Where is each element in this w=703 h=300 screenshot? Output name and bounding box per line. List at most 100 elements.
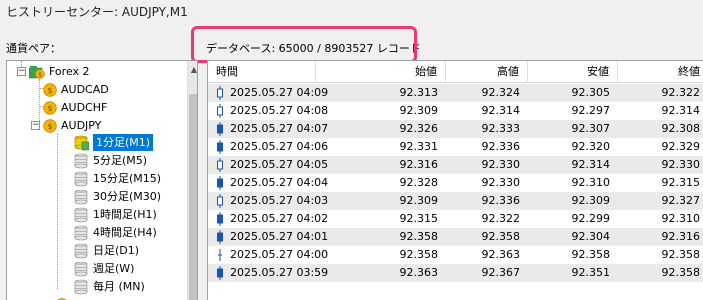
history-table[interactable]: 時間 始値 高値 安値 終値 2025.05.27 04:0992.31392.… bbox=[207, 60, 703, 300]
database-icon bbox=[73, 225, 89, 241]
database-icon bbox=[73, 207, 89, 223]
table-row[interactable]: 2025.05.27 03:5992.36392.36792.35192.358 bbox=[208, 264, 703, 282]
cell-low: 92.299 bbox=[528, 210, 610, 228]
tree-node-m30[interactable]: 30分足(M30) bbox=[73, 187, 161, 206]
coin-icon: $ bbox=[43, 119, 57, 133]
cell-open: 92.358 bbox=[316, 228, 438, 246]
cell-close: 92.316 bbox=[618, 228, 700, 246]
tree-node-h4[interactable]: 4時間足(H4) bbox=[73, 223, 157, 242]
cell-low: 92.297 bbox=[528, 102, 610, 120]
table-row[interactable]: 2025.05.27 04:0892.309 92.314 92.297 92.314 bbox=[208, 102, 703, 120]
tree-label-m1: 1分足(M1) bbox=[93, 134, 153, 151]
tree-label-h4: 4時間足(H4) bbox=[93, 223, 157, 242]
table-header: 時間 始値 高値 安値 終値 bbox=[208, 61, 703, 83]
bearish-candle-icon bbox=[217, 230, 223, 244]
cell-time: 2025.05.27 04:04 bbox=[230, 174, 330, 192]
highlight-box bbox=[191, 26, 417, 63]
tree-label-mn: 毎月 (MN) bbox=[93, 277, 145, 296]
tree-scrollbar[interactable]: ▲ bbox=[187, 61, 198, 300]
cell-time: 2025.05.27 04:07 bbox=[230, 120, 330, 138]
symbol-tree[interactable]: − $ Forex 2 $ AUDCAD $ AUDCHF − $ AUDJPY bbox=[6, 60, 198, 300]
header-high[interactable]: 高値 bbox=[446, 61, 528, 83]
cell-close: 92.329 bbox=[618, 138, 700, 156]
tree-node-w[interactable]: 週足(W) bbox=[73, 259, 134, 278]
cell-close: 92.330 bbox=[618, 156, 700, 174]
header-time[interactable]: 時間 bbox=[208, 61, 316, 83]
collapse-icon[interactable]: − bbox=[31, 121, 40, 130]
table-row[interactable]: 2025.05.27 04:0992.31392.32492.30592.322 bbox=[208, 84, 703, 102]
cell-low: 92.307 bbox=[528, 120, 610, 138]
bullish-candle-icon bbox=[217, 104, 223, 118]
cell-high: 92.333 bbox=[446, 120, 520, 138]
cell-open: 92.313 bbox=[316, 84, 438, 102]
database-icon bbox=[73, 171, 89, 187]
cell-close: 92.308 bbox=[618, 120, 700, 138]
tree-guide bbox=[57, 133, 58, 289]
cell-open: 92.358 bbox=[316, 246, 438, 264]
cell-time: 2025.05.27 04:03 bbox=[230, 192, 330, 210]
cell-low: 92.305 bbox=[528, 84, 610, 102]
table-row[interactable]: 2025.05.27 04:0792.32692.33392.30792.308 bbox=[208, 120, 703, 138]
header-close[interactable]: 終値 bbox=[618, 61, 703, 83]
cell-time: 2025.05.27 04:08 bbox=[230, 102, 330, 120]
cell-close: 92.322 bbox=[618, 84, 700, 102]
table-row[interactable]: 2025.05.27 04:0092.35892.36392.35892.358 bbox=[208, 246, 703, 264]
table-row[interactable]: 2025.05.27 04:0492.32892.33092.31092.315 bbox=[208, 174, 703, 192]
tree-label-m30: 30分足(M30) bbox=[93, 187, 161, 206]
tree-node-m1[interactable]: 1分足(M1) bbox=[73, 133, 153, 152]
table-row[interactable]: 2025.05.27 04:0392.30992.33692.30992.327 bbox=[208, 192, 703, 210]
table-row[interactable]: 2025.05.27 04:0692.33192.33692.32092.329 bbox=[208, 138, 703, 156]
tree-node-forex2[interactable]: − $ Forex 2 bbox=[17, 62, 90, 81]
cell-close: 92.358 bbox=[618, 246, 700, 264]
header-open[interactable]: 始値 bbox=[316, 61, 446, 83]
scroll-thumb[interactable] bbox=[189, 94, 198, 300]
cell-low: 92.320 bbox=[528, 138, 610, 156]
coin-icon: $ bbox=[43, 83, 57, 97]
cell-low: 92.309 bbox=[528, 192, 610, 210]
collapse-icon[interactable]: − bbox=[17, 67, 26, 76]
tree-label-m15: 15分足(M15) bbox=[93, 169, 161, 188]
bearish-candle-icon bbox=[217, 176, 223, 190]
table-row[interactable]: 2025.05.27 04:0292.31592.32292.29992.310 bbox=[208, 210, 703, 228]
doji-candle-icon bbox=[217, 248, 223, 262]
cell-high: 92.322 bbox=[446, 210, 520, 228]
tree-label-m5: 5分足(M5) bbox=[93, 151, 147, 170]
database-icon bbox=[73, 279, 89, 295]
tree-label-audchf: AUDCHF bbox=[61, 98, 107, 117]
cell-high: 92.367 bbox=[446, 264, 520, 282]
bearish-candle-icon bbox=[217, 212, 223, 226]
cell-time: 2025.05.27 04:00 bbox=[230, 246, 330, 264]
scroll-up-icon[interactable]: ▲ bbox=[188, 61, 198, 78]
tree-node-audchf[interactable]: $ AUDCHF bbox=[43, 98, 107, 117]
database-active-icon bbox=[73, 135, 89, 151]
cell-close: 92.315 bbox=[618, 174, 700, 192]
tree-node-partial[interactable] bbox=[55, 295, 73, 300]
tree-node-mn[interactable]: 毎月 (MN) bbox=[73, 277, 145, 296]
cell-close: 92.310 bbox=[618, 210, 700, 228]
tree-node-m15[interactable]: 15分足(M15) bbox=[73, 169, 161, 188]
cell-open: 92.363 bbox=[316, 264, 438, 282]
tree-node-d1[interactable]: 日足(D1) bbox=[73, 241, 139, 260]
cell-time: 2025.05.27 04:05 bbox=[230, 156, 330, 174]
coin-icon: $ bbox=[43, 101, 57, 115]
database-icon bbox=[73, 189, 89, 205]
cell-time: 2025.05.27 04:02 bbox=[230, 210, 330, 228]
cell-high: 92.330 bbox=[446, 174, 520, 192]
tree-label-root: Forex 2 bbox=[49, 62, 90, 81]
table-row[interactable]: 2025.05.27 04:0192.35892.35892.30492.316 bbox=[208, 228, 703, 246]
window-title: ヒストリーセンター: AUDJPY,M1 bbox=[6, 3, 188, 20]
table-row[interactable]: 2025.05.27 04:0592.31692.33092.31492.330 bbox=[208, 156, 703, 174]
cell-high: 92.314 bbox=[446, 102, 520, 120]
header-low[interactable]: 安値 bbox=[528, 61, 618, 83]
cell-low: 92.304 bbox=[528, 228, 610, 246]
cell-close: 92.314 bbox=[618, 102, 700, 120]
tree-node-audcad[interactable]: $ AUDCAD bbox=[43, 80, 109, 99]
cell-open: 92.309 bbox=[316, 102, 438, 120]
cell-high: 92.363 bbox=[446, 246, 520, 264]
folder-currency-icon: $ bbox=[29, 65, 45, 79]
tree-node-h1[interactable]: 1時間足(H1) bbox=[73, 205, 157, 224]
bullish-candle-icon bbox=[217, 194, 223, 208]
tree-node-m5[interactable]: 5分足(M5) bbox=[73, 151, 147, 170]
database-icon bbox=[73, 153, 89, 169]
cell-open: 92.309 bbox=[316, 192, 438, 210]
